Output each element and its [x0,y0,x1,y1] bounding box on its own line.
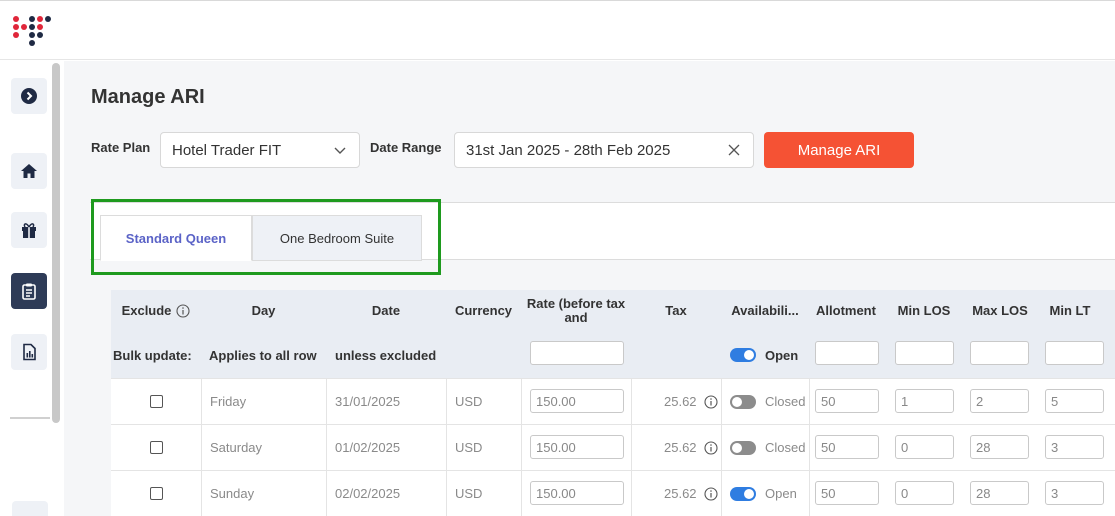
logo-icon[interactable] [12,13,56,49]
header-max-los: Max LOS [972,303,1028,318]
rate-plan-label: Rate Plan [91,140,151,155]
bulk-applies-text: Applies to all row [209,347,317,363]
sidebar-item-ari[interactable] [11,273,47,309]
bulk-unless-text: unless excluded [335,347,437,363]
sidebar-divider [10,417,50,419]
header-tax: Tax [665,303,687,318]
manage-ari-button[interactable]: Manage ARI [764,132,914,168]
bulk-update-label: Bulk update: [113,347,192,363]
header-rate: Rate (before tax and [526,296,626,325]
status-cell: Closed [765,394,806,409]
clipboard-icon [22,283,36,300]
date-cell: 31/01/2025 [335,394,401,409]
currency-cell: USD [455,394,483,409]
info-icon[interactable] [176,304,190,318]
close-icon[interactable] [727,143,741,157]
allotment-input[interactable]: 50 [815,435,879,459]
max-los-input[interactable]: 28 [970,435,1029,459]
header-date: Date [371,303,401,318]
min-lt-input[interactable]: 3 [1045,481,1104,505]
table-row: Friday 31/01/2025 USD 150.00 25.62 Close… [111,378,1115,424]
info-icon[interactable] [704,487,718,501]
header-allotment: Allotment [816,303,876,318]
top-bar [0,0,1115,60]
rate-input[interactable]: 150.00 [530,481,624,505]
currency-cell: USD [455,440,483,455]
page-title: Manage ARI [91,86,205,108]
bulk-availability-toggle[interactable] [730,348,756,362]
bulk-rate-input[interactable] [530,341,624,365]
date-range-value: 31st Jan 2025 - 28th Feb 2025 [466,142,671,159]
main-content: Manage ARI Rate Plan Hotel Trader FIT Da… [64,61,1115,516]
toggle-knob [732,397,742,407]
chevron-down-icon [334,147,346,154]
date-range-label: Date Range [370,140,442,155]
header-min-los: Min LOS [897,303,951,318]
bulk-update-row: Bulk update: Applies to all row unless e… [111,332,1115,378]
toggle-knob [744,350,754,360]
day-cell: Friday [210,394,247,409]
allotment-input[interactable]: 50 [815,389,879,413]
rate-input[interactable]: 150.00 [530,435,624,459]
sidebar-item-reports[interactable] [11,334,47,370]
table-row: Sunday 02/02/2025 USD 150.00 25.62 Open … [111,470,1115,516]
tabs-highlight-box [91,199,441,275]
tax-cell: 25.62 [664,440,697,455]
tax-cell: 25.62 [664,486,697,501]
status-cell: Open [765,486,797,501]
min-los-input[interactable]: 0 [895,481,954,505]
sidebar-toggle-button[interactable] [11,78,47,114]
rate-plan-value: Hotel Trader FIT [172,142,282,159]
tax-cell: 25.62 [664,394,697,409]
rate-plan-select[interactable]: Hotel Trader FIT [160,132,360,168]
ari-table: Exclude Day Date Currency Rate (before t… [111,290,1115,516]
max-los-input[interactable]: 28 [970,481,1029,505]
sidebar-item-home[interactable] [11,153,47,189]
rate-input[interactable]: 150.00 [530,389,624,413]
date-cell: 01/02/2025 [335,440,401,455]
bulk-max-los-input[interactable] [970,341,1029,365]
day-cell: Sunday [210,486,255,501]
sidebar-item-gifts[interactable] [11,212,47,248]
currency-cell: USD [455,486,483,501]
exclude-checkbox[interactable] [150,395,163,408]
header-exclude: Exclude [111,290,201,332]
bulk-min-los-input[interactable] [895,341,954,365]
header-min-lt: Min LT [1049,303,1091,318]
sidebar [0,61,64,516]
min-los-input[interactable]: 0 [895,435,954,459]
info-icon[interactable] [704,441,718,455]
date-cell: 02/02/2025 [335,486,401,501]
table-row: Saturday 01/02/2025 USD 150.00 25.62 Clo… [111,424,1115,470]
min-los-input[interactable]: 1 [895,389,954,413]
exclude-checkbox[interactable] [150,487,163,500]
report-icon [23,343,36,361]
gift-icon [22,223,36,238]
availability-toggle[interactable] [730,395,756,409]
bulk-min-lt-input[interactable] [1045,341,1104,365]
min-lt-input[interactable]: 5 [1045,389,1104,413]
bulk-status-text: Open [765,347,799,363]
home-icon [21,164,37,178]
status-cell: Closed [765,440,806,455]
sidebar-scrollbar[interactable] [52,63,60,423]
date-range-input[interactable]: 31st Jan 2025 - 28th Feb 2025 [454,132,754,168]
sidebar-expand-button[interactable] [12,501,48,516]
allotment-input[interactable]: 50 [815,481,879,505]
availability-toggle[interactable] [730,487,756,501]
table-header: Exclude Day Date Currency Rate (before t… [111,290,1115,332]
availability-toggle[interactable] [730,441,756,455]
header-day: Day [251,303,276,318]
header-currency: Currency [454,303,513,318]
exclude-checkbox[interactable] [150,441,163,454]
bulk-allotment-input[interactable] [815,341,879,365]
toggle-knob [732,443,742,453]
max-los-input[interactable]: 2 [970,389,1029,413]
min-lt-input[interactable]: 3 [1045,435,1104,459]
info-icon[interactable] [704,395,718,409]
day-cell: Saturday [210,440,263,455]
header-availability: Availabili... [731,303,799,318]
toggle-knob [744,489,754,499]
chevron-right-icon [21,88,37,104]
